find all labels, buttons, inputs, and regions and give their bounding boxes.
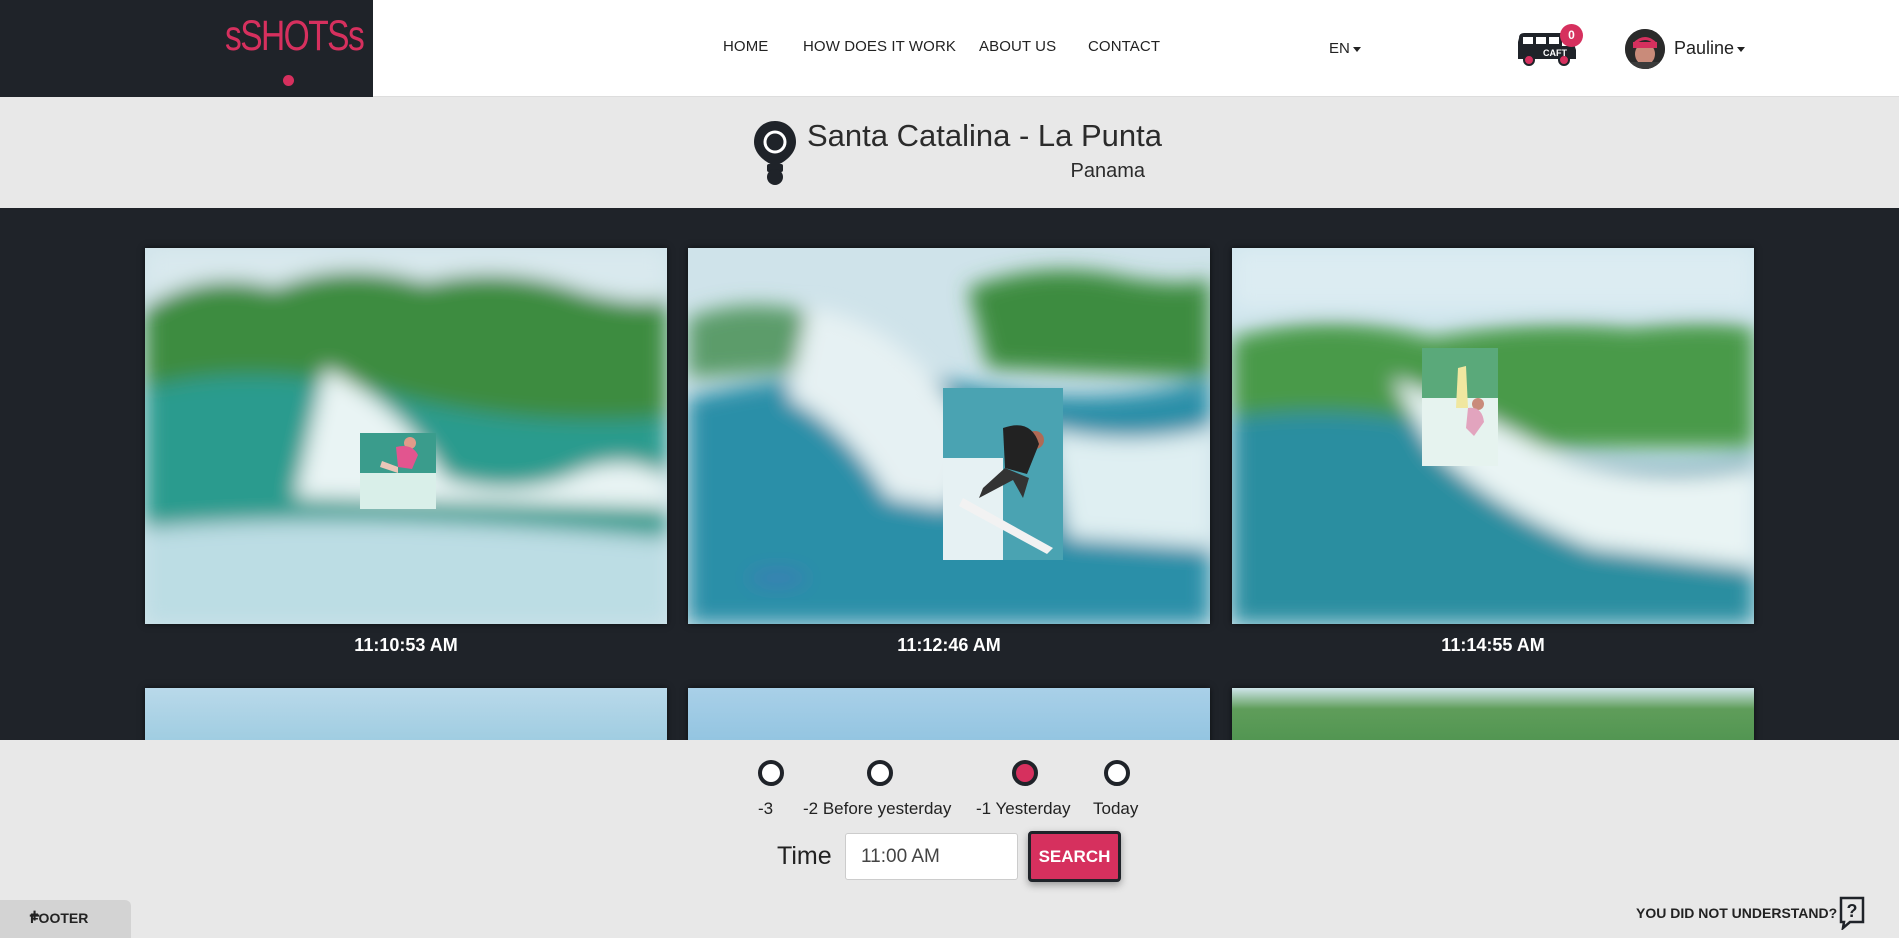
photo-card[interactable] xyxy=(1232,248,1754,624)
spot-title: Santa Catalina - La Punta xyxy=(807,118,1163,153)
language-selected: EN xyxy=(1329,40,1350,57)
day-label: -2 Before yesterday xyxy=(803,799,952,818)
nav-how-it-works[interactable]: HOW DOES IT WORK xyxy=(803,38,956,55)
user-avatar[interactable] xyxy=(1625,29,1665,69)
photo-card[interactable] xyxy=(688,688,1210,740)
surfer-crop xyxy=(943,388,1063,560)
chevron-down-icon xyxy=(1737,46,1746,52)
photo-time: 11:10:53 AM xyxy=(354,635,458,655)
chevron-down-icon xyxy=(1352,46,1361,52)
surfer-crop xyxy=(360,433,436,509)
top-header: sSHOTSs HOME HOW DOES IT WORK ABOUT US C… xyxy=(0,0,1899,97)
user-name: Pauline xyxy=(1674,38,1735,58)
help-link[interactable]: YOU DID NOT UNDERSTAND? xyxy=(1636,905,1837,921)
question-icon[interactable]: ? xyxy=(1838,896,1866,930)
map-pin-icon xyxy=(754,121,796,185)
day-label: Today xyxy=(1093,799,1139,818)
surf-photo-blurred xyxy=(1232,688,1754,740)
day-label: -3 xyxy=(758,799,774,818)
surf-photo-blurred xyxy=(145,688,667,740)
language-dropdown[interactable]: EN xyxy=(1329,40,1361,57)
van-text: CAFT xyxy=(1543,48,1567,58)
nav-contact[interactable]: CONTACT xyxy=(1088,38,1160,55)
surf-photo-blurred xyxy=(688,688,1210,740)
cart-count-badge: 0 xyxy=(1560,24,1583,47)
day-radio-today[interactable] xyxy=(1104,760,1130,786)
time-label: Time xyxy=(777,842,832,870)
search-button[interactable]: SEARCH xyxy=(1028,831,1121,882)
user-menu[interactable]: Pauline xyxy=(1674,38,1746,59)
photo-time: 11:14:55 AM xyxy=(1441,635,1545,655)
nav-home[interactable]: HOME xyxy=(723,38,768,55)
plus-icon: + xyxy=(29,906,41,927)
photo-card[interactable] xyxy=(688,248,1210,624)
day-label: -1 Yesterday xyxy=(976,799,1071,818)
photo-time: 11:12:46 AM xyxy=(897,635,1001,655)
photo-card[interactable] xyxy=(145,688,667,740)
day-radio-yesterday[interactable] xyxy=(1012,760,1038,786)
avatar-image xyxy=(1625,29,1665,69)
surfer-crop xyxy=(1422,348,1498,466)
day-radio-before-yesterday[interactable] xyxy=(867,760,893,786)
photo-card[interactable] xyxy=(1232,688,1754,740)
photo-card[interactable] xyxy=(145,248,667,624)
day-radio-minus3[interactable] xyxy=(758,760,784,786)
time-input[interactable] xyxy=(845,833,1018,880)
photo-gallery[interactable]: 11:10:53 AM 11:12:46 AM 11:14:55 AM xyxy=(0,208,1899,740)
svg-text:?: ? xyxy=(1847,901,1858,921)
nav-about-us[interactable]: ABOUT US xyxy=(979,38,1056,55)
spot-country: Panama xyxy=(1070,160,1146,182)
footer-toggle[interactable]: FOOTER xyxy=(0,900,131,938)
logo-area[interactable]: sSHOTSs xyxy=(0,0,373,97)
brand-logo: sSHOTSs xyxy=(225,12,365,60)
logo-dot xyxy=(283,75,294,86)
